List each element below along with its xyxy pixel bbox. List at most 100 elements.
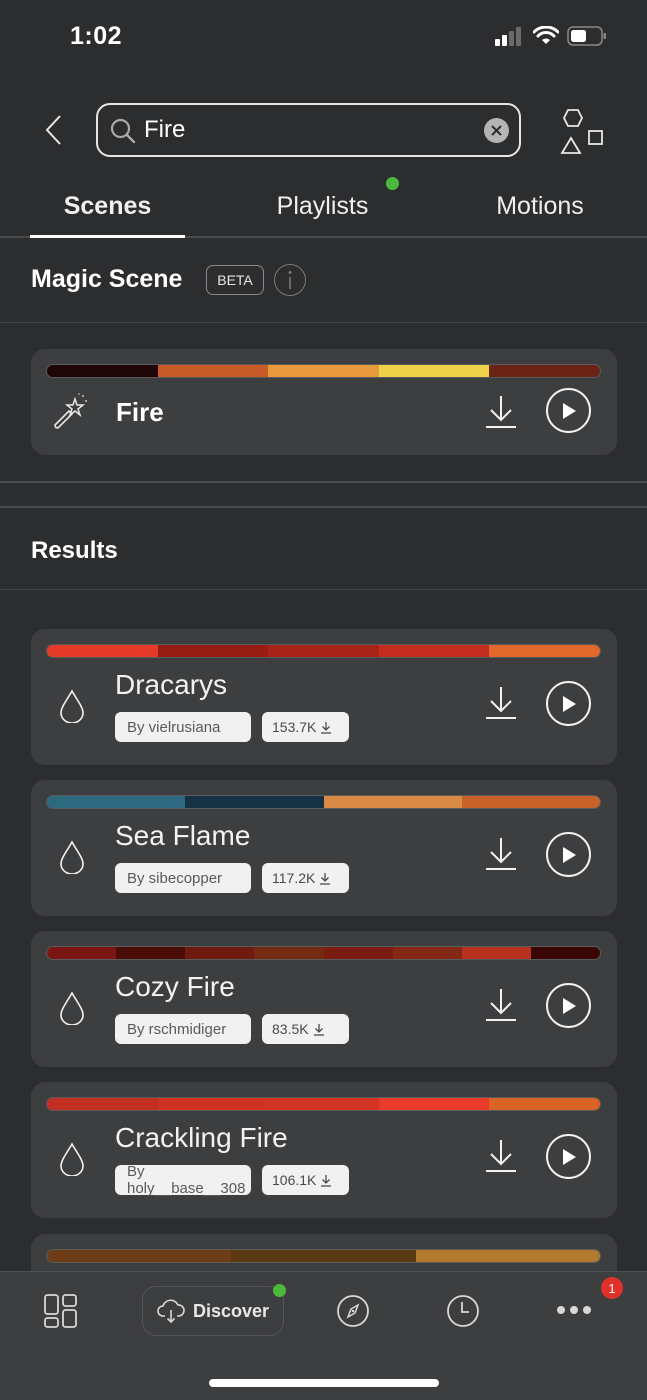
- clear-search-button[interactable]: [484, 118, 509, 143]
- download-count: 117.2K: [272, 870, 316, 886]
- magic-wand-icon: [54, 393, 87, 429]
- search-input[interactable]: [144, 115, 464, 145]
- tab-scenes[interactable]: Scenes: [30, 192, 185, 221]
- beta-badge: BETA: [206, 265, 264, 295]
- droplet-icon: [60, 689, 84, 723]
- nav-dashboard[interactable]: [44, 1294, 78, 1333]
- droplet-icon: [60, 840, 84, 874]
- scene-name: Fire: [116, 397, 164, 427]
- color-palette: [46, 795, 601, 809]
- nav-more[interactable]: [556, 1303, 592, 1321]
- tab-bar: Scenes Playlists Motions: [0, 170, 647, 238]
- download-icon: [486, 989, 516, 1021]
- author-chip[interactable]: By holy__base__308: [115, 1163, 251, 1197]
- play-button[interactable]: [546, 983, 591, 1028]
- play-icon: [562, 846, 576, 863]
- close-icon: [491, 125, 502, 136]
- playlists-new-dot: [386, 177, 399, 190]
- palette-swatch: [378, 365, 490, 377]
- play-icon: [562, 997, 576, 1014]
- download-count-chip: 153.7K: [262, 712, 349, 742]
- palette-swatch: [323, 947, 393, 959]
- status-icons: [495, 26, 607, 46]
- scene-result-card[interactable]: Cozy Fire By rschmidiger 83.5K: [31, 931, 617, 1067]
- scene-result-card[interactable]: Crackling Fire By holy__base__308 106.1K: [31, 1082, 617, 1218]
- palette-swatch: [116, 947, 186, 959]
- nav-explore[interactable]: [336, 1294, 370, 1333]
- magic-scene-header: Magic Scene BETA: [0, 238, 647, 323]
- download-count: 83.5K: [272, 1021, 309, 1037]
- discover-new-dot: [273, 1284, 286, 1297]
- status-time: 1:02: [70, 22, 123, 50]
- play-icon: [562, 1148, 576, 1165]
- palette-swatch: [461, 796, 600, 808]
- tab-playlists[interactable]: Playlists: [250, 192, 395, 221]
- palette-swatch: [47, 1098, 158, 1110]
- palette-swatch: [268, 365, 379, 377]
- color-palette: [46, 1097, 601, 1111]
- droplet-icon: [60, 991, 84, 1025]
- palette-swatch: [323, 796, 462, 808]
- droplet-icon: [60, 1142, 84, 1176]
- more-icon: [557, 1306, 591, 1314]
- play-button[interactable]: [546, 388, 591, 433]
- magic-scene-card[interactable]: Fire: [31, 349, 617, 455]
- palette-swatch: [47, 947, 117, 959]
- search-icon: [110, 118, 136, 144]
- shapes-button[interactable]: [558, 109, 608, 155]
- home-indicator[interactable]: [209, 1379, 439, 1387]
- download-count: 106.1K: [272, 1172, 317, 1188]
- clock-icon: [447, 1295, 479, 1327]
- nav-discover[interactable]: Discover: [142, 1286, 284, 1336]
- play-button[interactable]: [546, 1134, 591, 1179]
- play-button[interactable]: [546, 681, 591, 726]
- download-button[interactable]: [485, 685, 517, 721]
- play-icon: [562, 402, 576, 419]
- nav-history[interactable]: [446, 1294, 480, 1333]
- palette-swatch: [489, 365, 600, 377]
- author-chip[interactable]: By rschmidiger: [115, 1014, 251, 1044]
- divider: [0, 589, 647, 590]
- download-icon: [486, 396, 516, 428]
- cloud-download-icon: [157, 1299, 185, 1324]
- palette-swatch: [489, 1098, 600, 1110]
- divider: [0, 481, 647, 483]
- palette-swatch: [157, 1098, 269, 1110]
- scene-result-card[interactable]: Dracarys By vielrusiana 153.7K: [31, 629, 617, 765]
- search-box[interactable]: [96, 103, 521, 157]
- download-icon: [486, 687, 516, 719]
- color-palette: [46, 946, 601, 960]
- palette-swatch: [254, 947, 324, 959]
- shapes-icon: [560, 109, 603, 154]
- palette-swatch: [461, 947, 531, 959]
- download-small-icon: [313, 1023, 324, 1036]
- download-count: 153.7K: [272, 719, 317, 735]
- scene-result-card[interactable]: Sea Flame By sibecopper 117.2K: [31, 780, 617, 916]
- info-button[interactable]: [274, 264, 306, 296]
- dashboard-icon: [44, 1294, 77, 1328]
- scene-name: Crackling Fire: [115, 1122, 288, 1153]
- palette-swatch: [268, 645, 379, 657]
- palette-swatch: [489, 645, 600, 657]
- download-button[interactable]: [485, 394, 517, 430]
- download-count-chip: 83.5K: [262, 1014, 349, 1044]
- battery-icon: [567, 26, 606, 46]
- play-button[interactable]: [546, 832, 591, 877]
- palette-swatch: [378, 645, 490, 657]
- author-chip[interactable]: By vielrusiana: [115, 712, 251, 742]
- back-button[interactable]: [42, 113, 66, 147]
- tab-motions[interactable]: Motions: [470, 192, 610, 221]
- download-button[interactable]: [485, 987, 517, 1023]
- download-icon: [486, 838, 516, 870]
- palette-swatch: [47, 365, 158, 377]
- download-button[interactable]: [485, 836, 517, 872]
- search-row: [0, 103, 647, 157]
- palette-swatch: [157, 645, 269, 657]
- download-small-icon: [321, 1174, 332, 1187]
- download-button[interactable]: [485, 1138, 517, 1174]
- palette-swatch: [392, 947, 462, 959]
- wifi-icon: [533, 26, 559, 44]
- scene-name: Cozy Fire: [115, 971, 235, 1002]
- author-chip[interactable]: By sibecopper: [115, 863, 251, 893]
- download-count-chip: 106.1K: [262, 1165, 349, 1195]
